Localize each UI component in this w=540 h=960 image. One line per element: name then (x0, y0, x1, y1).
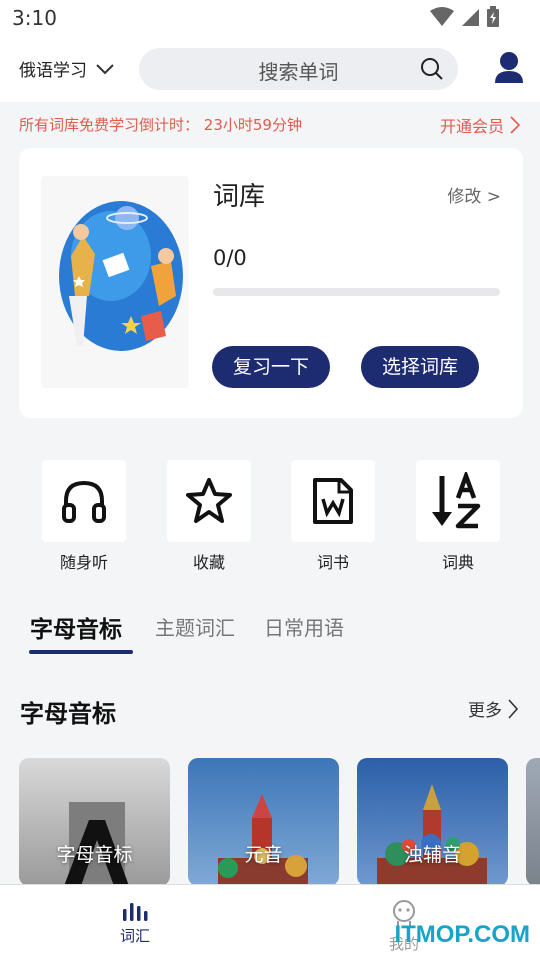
chevron-down-icon (96, 63, 114, 74)
feature-icon-box (42, 460, 126, 542)
language-selector[interactable]: 俄语学习 (19, 56, 115, 81)
promo-countdown: 所有词库免费学习倒计时： 23小时59分钟 (19, 116, 302, 134)
status-time: 3:10 (12, 6, 57, 30)
word-bank-card: 词库 修改 > 0/0 复习一下 选择词库 (19, 148, 523, 418)
headphones-icon (62, 480, 106, 523)
choose-word-bank-button[interactable]: 选择词库 (361, 346, 479, 388)
vip-link-label: 开通会员 (439, 117, 504, 136)
tile-label: 元音 (244, 844, 283, 866)
star-icon (186, 478, 232, 523)
feature-word-book[interactable]: 词书 (291, 460, 375, 573)
chevron-right-icon (508, 698, 518, 719)
tile-voiced-consonants[interactable]: 浊辅音 (357, 758, 508, 886)
tabbar-label: 词汇 (119, 927, 150, 945)
word-bank-title: 词库 (213, 182, 266, 212)
feature-label: 词书 (316, 553, 349, 572)
feature-icon-box (291, 460, 375, 542)
signal-icon (462, 9, 479, 26)
bottom-tab-bar: 词汇 我的 ITMOP.COM (0, 884, 540, 960)
vip-link[interactable]: 开通会员 (440, 113, 520, 137)
wifi-icon (430, 7, 454, 26)
header: 俄语学习 搜索单词 (0, 36, 540, 102)
lesson-tiles: 字母音标 元音 浊辅音 (0, 758, 540, 888)
tile-label: 字母音标 (56, 844, 133, 866)
tab-topic-vocabulary[interactable]: 主题词汇 (155, 612, 235, 641)
tab-daily-phrases[interactable]: 日常用语 (264, 612, 344, 641)
feature-icon-box (167, 460, 251, 542)
battery-icon (487, 6, 499, 27)
feature-label: 随身听 (59, 553, 108, 572)
active-tab-indicator (29, 650, 133, 654)
feature-label: 词典 (441, 553, 474, 572)
feature-listen[interactable]: 随身听 (42, 460, 126, 573)
bar-chart-icon (123, 903, 148, 921)
progress-bar (213, 288, 500, 296)
feature-favorites[interactable]: 收藏 (167, 460, 251, 573)
tile-vowels[interactable]: 元音 (188, 758, 339, 886)
search-input[interactable]: 搜索单词 (139, 48, 458, 90)
status-icons (430, 6, 500, 28)
tile-label: 浊辅音 (403, 844, 461, 866)
feature-shortcuts: 随身听 收藏 词书 词典 (0, 460, 540, 580)
tile-alphabet[interactable]: 字母音标 (19, 758, 170, 886)
user-avatar-icon[interactable] (494, 51, 524, 83)
edit-link[interactable]: 修改 > (447, 182, 501, 207)
promo-bar: 所有词库免费学习倒计时： 23小时59分钟 开通会员 (0, 102, 540, 146)
search-icon[interactable] (420, 57, 444, 81)
more-label: 更多 (468, 701, 502, 721)
tabbar-item-vocabulary[interactable]: 词汇 (95, 899, 175, 946)
tab-alphabet[interactable]: 字母音标 (30, 610, 122, 644)
sort-az-icon (432, 472, 481, 529)
tile-partial[interactable] (526, 758, 540, 886)
category-tabs: 字母音标 主题词汇 日常用语 (0, 606, 540, 656)
more-link[interactable]: 更多 (468, 696, 518, 721)
feature-label: 收藏 (192, 553, 225, 572)
review-button[interactable]: 复习一下 (212, 346, 330, 388)
search-placeholder: 搜索单词 (258, 60, 339, 84)
section-header: 字母音标 更多 (0, 690, 540, 730)
language-label: 俄语学习 (19, 61, 87, 81)
word-bank-illustration (41, 176, 189, 388)
word-doc-icon (313, 478, 353, 524)
section-title: 字母音标 (20, 700, 116, 728)
feature-dictionary[interactable]: 词典 (416, 460, 500, 573)
status-bar: 3:10 (0, 0, 540, 36)
progress-count: 0/0 (213, 246, 247, 270)
feature-icon-box (416, 460, 500, 542)
chevron-right-icon (510, 116, 520, 134)
watermark: ITMOP.COM (394, 921, 530, 948)
